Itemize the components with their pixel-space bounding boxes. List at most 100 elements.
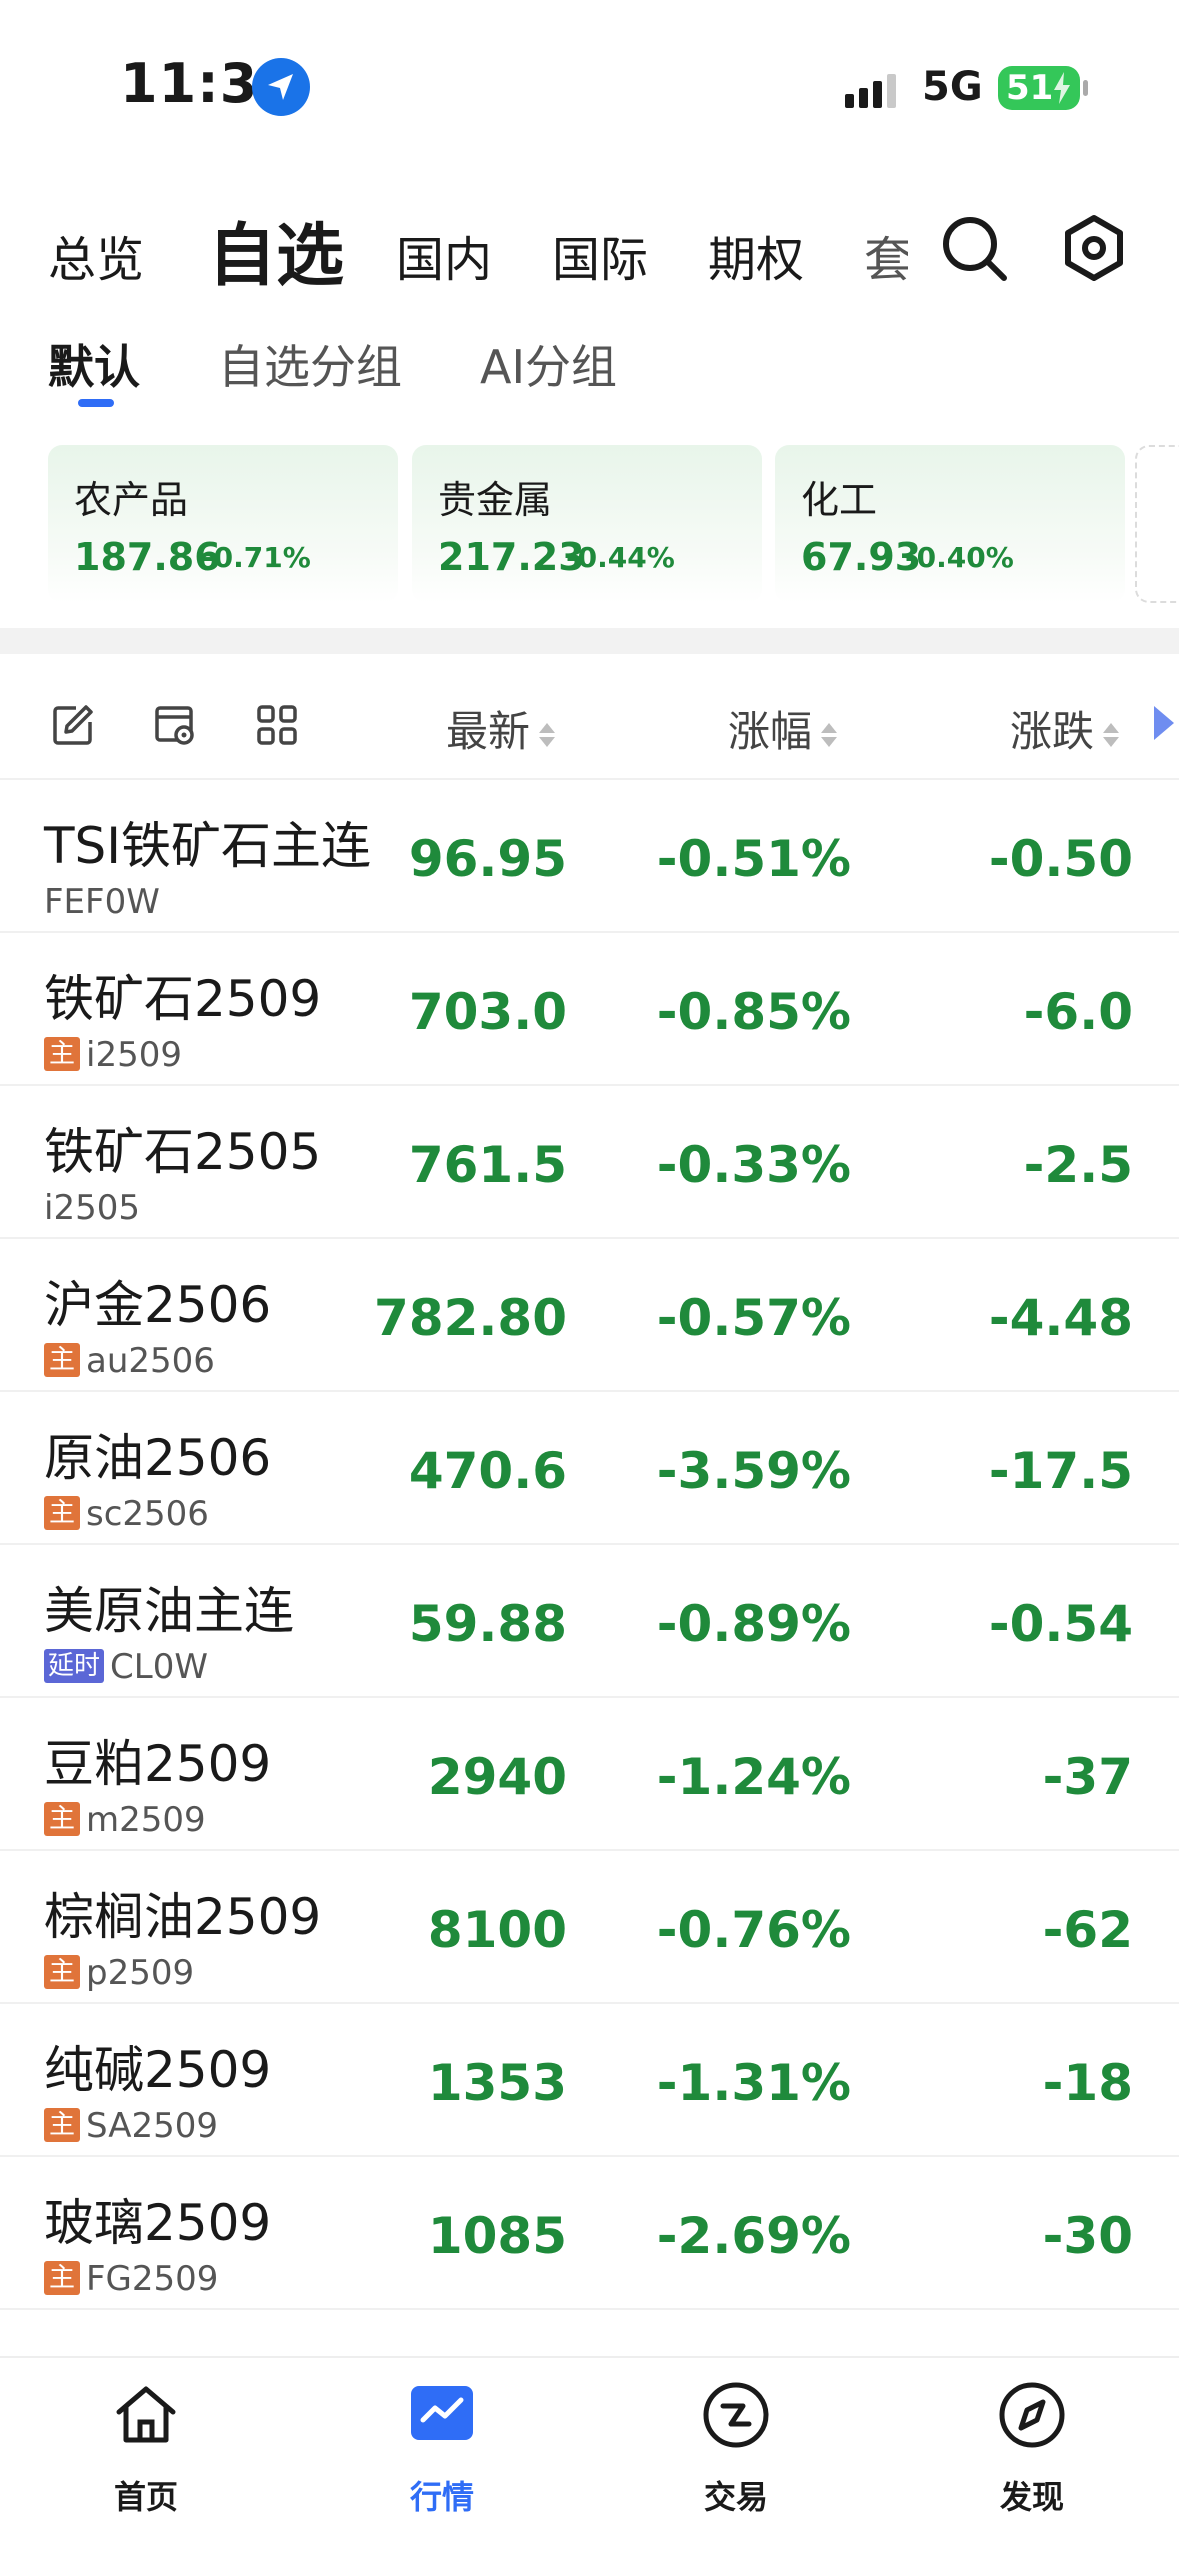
tab-watchlist[interactable]: 自选 xyxy=(208,200,344,299)
table-row[interactable]: 铁矿石2505 i2505 761.5 -0.33% -2.5 xyxy=(0,1086,1179,1239)
tab-domestic[interactable]: 国内 xyxy=(396,220,492,290)
table-row[interactable]: 铁矿石2509 主 i2509 703.0 -0.85% -6.0 xyxy=(0,933,1179,1086)
table-row[interactable]: TSI铁矿石主连 FEF0W 96.95 -0.51% -0.50 xyxy=(0,780,1179,933)
contract-meta: 主 au2506 xyxy=(44,1343,215,1379)
trade-icon xyxy=(703,2382,769,2448)
nav-discover[interactable]: 发现 xyxy=(952,2380,1112,2520)
main-contract-badge: 主 xyxy=(44,2261,80,2295)
latest-price: 703.0 xyxy=(408,983,567,1041)
table-header: 最新 涨幅 涨跌 xyxy=(0,668,1179,780)
table-row[interactable]: 豆粕2509 主 m2509 2940 -1.24% -37 xyxy=(0,1698,1179,1851)
latest-price: 8100 xyxy=(427,1901,567,1959)
contract-meta: i2505 xyxy=(44,1190,140,1226)
sector-card[interactable]: 农产品 187.86 -0.71% xyxy=(48,445,398,603)
contract-name: 原油2506 xyxy=(44,1429,272,1487)
contract-code: au2506 xyxy=(86,1341,215,1381)
nav-market[interactable]: 行情 xyxy=(362,2380,522,2520)
contract-code: p2509 xyxy=(86,1953,195,1993)
sub-tab-bar: 默认 自选分组 AI分组 xyxy=(0,325,1179,415)
battery-icon: 51 xyxy=(998,66,1080,110)
sort-icon xyxy=(1103,722,1120,747)
sector-name: 化工 xyxy=(801,478,878,522)
sector-value: 67.93 xyxy=(801,535,922,579)
table-row[interactable]: 美原油主连 延时 CL0W 59.88 -0.89% -0.54 xyxy=(0,1545,1179,1698)
column-change-pct-label: 涨幅 xyxy=(728,707,813,756)
change-percent: -2.69% xyxy=(656,2207,851,2265)
table-row[interactable]: 棕榈油2509 主 p2509 8100 -0.76% -62 xyxy=(0,1851,1179,2004)
search-icon[interactable] xyxy=(940,214,1010,284)
change-value: -4.48 xyxy=(988,1289,1133,1347)
contract-name: 玻璃2509 xyxy=(44,2194,272,2252)
status-bar: 11:38 5G 51 xyxy=(0,0,1179,180)
main-contract-badge: 主 xyxy=(44,1037,80,1071)
table-row[interactable]: 纯碱2509 主 SA2509 1353 -1.31% -18 xyxy=(0,2004,1179,2157)
edit-icon[interactable] xyxy=(50,702,96,748)
nav-home[interactable]: 首页 xyxy=(66,2380,226,2520)
contract-code: m2509 xyxy=(86,1800,206,1840)
main-contract-badge: 主 xyxy=(44,1955,80,1989)
latest-price: 59.88 xyxy=(408,1595,567,1653)
compass-icon xyxy=(999,2382,1065,2448)
latest-price: 1085 xyxy=(427,2207,567,2265)
change-value: -2.5 xyxy=(1023,1136,1133,1194)
sector-change: -0.44% xyxy=(566,541,675,574)
grid-icon[interactable] xyxy=(254,702,300,748)
change-percent: -0.57% xyxy=(656,1289,851,1347)
sector-card-partial[interactable] xyxy=(1135,445,1179,603)
card-settings-icon[interactable] xyxy=(152,702,198,748)
latest-price: 470.6 xyxy=(408,1442,567,1500)
change-value: -6.0 xyxy=(1023,983,1133,1041)
contract-meta: 主 sc2506 xyxy=(44,1496,209,1532)
column-change-label: 涨跌 xyxy=(1010,707,1095,756)
contract-meta: 主 FG2509 xyxy=(44,2261,218,2297)
active-tab-indicator xyxy=(78,399,114,407)
latest-price: 2940 xyxy=(427,1748,567,1806)
column-change[interactable]: 涨跌 xyxy=(1010,698,1122,759)
scroll-right-icon[interactable] xyxy=(1150,698,1179,748)
table-row[interactable]: 玻璃2509 主 FG2509 1085 -2.69% -30 xyxy=(0,2157,1179,2310)
change-percent: -0.89% xyxy=(656,1595,851,1653)
contract-meta: 主 m2509 xyxy=(44,1802,206,1838)
contract-name: 铁矿石2505 xyxy=(44,1123,322,1181)
change-value: -62 xyxy=(1042,1901,1133,1959)
contract-name: 美原油主连 xyxy=(44,1582,294,1640)
contract-code: sc2506 xyxy=(86,1494,209,1534)
contract-code: FEF0W xyxy=(44,882,160,922)
sector-value: 217.23 xyxy=(438,535,585,579)
subtab-ai-groups[interactable]: AI分组 xyxy=(480,331,617,397)
sector-card[interactable]: 化工 67.93 -0.40% xyxy=(775,445,1125,603)
tab-arbitrage[interactable]: 套 xyxy=(864,220,908,290)
table-row[interactable]: 原油2506 主 sc2506 470.6 -3.59% -17.5 xyxy=(0,1392,1179,1545)
change-percent: -0.51% xyxy=(656,830,851,888)
latest-price: 782.80 xyxy=(374,1289,567,1347)
change-percent: -0.85% xyxy=(656,983,851,1041)
main-contract-badge: 主 xyxy=(44,1802,80,1836)
tab-options[interactable]: 期权 xyxy=(708,220,804,290)
sector-card[interactable]: 贵金属 217.23 -0.44% xyxy=(412,445,762,603)
tab-international[interactable]: 国际 xyxy=(552,220,648,290)
nav-market-label: 行情 xyxy=(409,2478,474,2516)
top-tab-bar: 总览 自选 国内 国际 期权 套 xyxy=(0,190,1179,320)
contract-name: 棕榈油2509 xyxy=(44,1888,322,1946)
latest-price: 761.5 xyxy=(408,1136,567,1194)
subtab-default[interactable]: 默认 xyxy=(48,331,140,397)
change-percent: -1.31% xyxy=(656,2054,851,2112)
sector-change: -0.71% xyxy=(202,541,311,574)
section-divider xyxy=(0,628,1179,654)
sector-value: 187.86 xyxy=(74,535,221,579)
sort-icon xyxy=(821,722,838,747)
table-row[interactable]: 沪金2506 主 au2506 782.80 -0.57% -4.48 xyxy=(0,1239,1179,1392)
settings-hexagon-icon[interactable] xyxy=(1058,212,1130,284)
bottom-nav: 首页 行情 交易 发现 xyxy=(0,2356,1179,2556)
column-latest[interactable]: 最新 xyxy=(446,698,558,759)
contract-code: SA2509 xyxy=(86,2106,218,2146)
tab-overview[interactable]: 总览 xyxy=(48,220,144,290)
nav-discover-label: 发现 xyxy=(999,2478,1064,2516)
nav-home-label: 首页 xyxy=(113,2478,178,2516)
nav-trade[interactable]: 交易 xyxy=(656,2380,816,2520)
contract-name: 豆粕2509 xyxy=(44,1735,272,1793)
column-latest-label: 最新 xyxy=(446,707,531,756)
column-change-pct[interactable]: 涨幅 xyxy=(728,698,840,759)
change-percent: -3.59% xyxy=(656,1442,851,1500)
subtab-custom-groups[interactable]: 自选分组 xyxy=(218,331,402,397)
